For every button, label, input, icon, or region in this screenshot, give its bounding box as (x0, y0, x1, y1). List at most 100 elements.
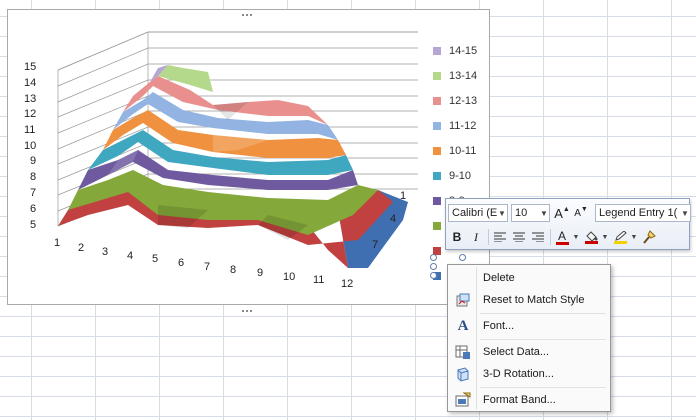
legend-entry[interactable]: 13-14 (433, 69, 477, 83)
paint-bucket-icon (585, 230, 597, 241)
x-tick: 9 (257, 267, 263, 279)
legend-swatch (433, 122, 441, 130)
menu-item-reset-to-match-style[interactable]: Reset to Match Style (450, 289, 608, 311)
pen-icon (614, 230, 627, 241)
align-left-icon (494, 232, 506, 242)
legend-swatch (433, 97, 441, 105)
chart-element-value: Legend Entry 1( (599, 207, 678, 219)
depth-tick: 4 (390, 213, 396, 225)
legend-label: 10-11 (449, 145, 477, 157)
legend-swatch (433, 222, 441, 230)
chart-area[interactable]: 15 14 13 12 11 10 9 8 7 6 5 1 2 3 4 5 6 … (7, 9, 491, 312)
menu-item-delete[interactable]: Delete (450, 267, 608, 289)
x-tick: 8 (230, 264, 236, 276)
chevron-down-icon[interactable]: ▼ (539, 209, 549, 218)
legend-swatch (433, 47, 441, 55)
align-left-button[interactable] (491, 228, 509, 246)
format-painter-icon (643, 230, 656, 244)
fill-color-swatch (584, 240, 598, 244)
font-name-combo[interactable]: Calibri (E ▼ (448, 204, 508, 222)
menu-item-font[interactable]: A Font... (450, 315, 608, 337)
selection-handle[interactable] (430, 254, 437, 261)
format-painter-button[interactable] (640, 228, 658, 246)
align-right-button[interactable] (529, 228, 547, 246)
menu-item-label: Font... (483, 320, 515, 332)
toolbar-separator (550, 229, 551, 245)
legend-label: 11-12 (449, 120, 477, 132)
x-tick: 1 (54, 237, 60, 249)
legend-entry[interactable]: 9-10 (433, 169, 471, 183)
legend-swatch (433, 72, 441, 80)
grow-font-button[interactable]: A ▲ (553, 204, 571, 222)
chevron-down-icon[interactable]: ▼ (572, 234, 580, 241)
legend-swatch (433, 172, 441, 180)
menu-item-label: Delete (483, 272, 515, 284)
legend-entry[interactable]: 10-11 (433, 144, 476, 158)
line-color-swatch (613, 240, 627, 244)
menu-item-label: 3-D Rotation... (483, 368, 554, 380)
mini-toolbar-row-2: B I A ▼ ▼ ▼ (448, 226, 659, 248)
x-tick: 3 (102, 246, 108, 258)
menu-separator (480, 339, 606, 340)
selection-handle[interactable] (430, 263, 437, 270)
x-tick: 5 (152, 253, 158, 265)
font-color-icon: A (557, 228, 566, 243)
menu-item-select-data[interactable]: Select Data... (450, 341, 608, 363)
font-size-value: 10 (515, 207, 528, 219)
align-right-icon (532, 232, 544, 242)
chevron-down-icon[interactable]: ▼ (630, 234, 638, 241)
menu-item-3d-rotation[interactable]: 3-D Rotation... (450, 363, 608, 385)
format-band-icon (450, 389, 476, 411)
italic-button[interactable]: I (467, 228, 485, 246)
x-tick: 4 (127, 250, 133, 262)
mini-toolbar-row-1: Calibri (E ▼ 10 ▼ A ▲ A ▼ Legend Entry 1( … (448, 202, 694, 224)
y-tick: 12 (24, 108, 36, 120)
x-tick: 7 (204, 261, 210, 273)
depth-tick: 7 (372, 239, 378, 251)
surface-plot[interactable]: 15 14 13 12 11 10 9 8 7 6 5 1 2 3 4 5 6 … (8, 10, 491, 306)
reset-style-icon (450, 289, 476, 311)
y-tick: 9 (30, 155, 36, 167)
legend-entry[interactable]: 11-12 (433, 119, 476, 133)
x-tick: 11 (313, 274, 324, 286)
x-tick: 2 (78, 242, 84, 254)
selection-handle[interactable] (430, 272, 437, 279)
font-color-swatch (555, 241, 569, 245)
delete-icon (450, 267, 476, 289)
menu-item-format-band[interactable]: Format Band... (450, 389, 608, 411)
legend-label: 9-10 (449, 170, 472, 182)
fill-color-button[interactable] (582, 228, 600, 246)
chevron-down-icon[interactable]: ▼ (680, 209, 690, 218)
italic-icon: I (474, 229, 478, 244)
chevron-down-icon[interactable]: ▼ (497, 209, 507, 218)
bold-icon: B (452, 230, 462, 244)
x-tick: 6 (178, 257, 184, 269)
chart-element-selector[interactable]: Legend Entry 1( ▼ (595, 204, 691, 222)
x-tick: 12 (341, 278, 353, 290)
x-tick: 10 (283, 271, 295, 283)
y-tick: 15 (24, 61, 36, 73)
y-tick: 10 (24, 140, 36, 152)
legend-label: 13-14 (449, 70, 478, 82)
legend-label: 12-13 (449, 95, 478, 107)
bold-button[interactable]: B (448, 228, 466, 246)
y-axis-labels: 15 14 13 12 11 10 9 8 7 6 5 (24, 61, 36, 231)
shrink-font-button[interactable]: A ▼ (572, 204, 590, 222)
menu-separator (480, 313, 606, 314)
align-center-button[interactable] (510, 228, 528, 246)
select-data-icon (450, 341, 476, 363)
chevron-down-icon[interactable]: ▼ (601, 234, 609, 241)
font-size-combo[interactable]: 10 ▼ (511, 204, 550, 222)
legend-entry[interactable]: 12-13 (433, 94, 477, 108)
menu-item-label: Select Data... (483, 346, 550, 358)
line-color-button[interactable] (611, 228, 629, 246)
shrink-font-icon: A (574, 207, 581, 219)
y-tick: 5 (30, 219, 36, 231)
font-color-button[interactable]: A (553, 228, 571, 246)
selection-handle[interactable] (459, 254, 466, 261)
mini-toolbar[interactable]: Calibri (E ▼ 10 ▼ A ▲ A ▼ Legend Entry 1( … (445, 198, 691, 250)
context-menu[interactable]: Delete Reset to Match Style A Font... Se… (447, 264, 611, 412)
grow-font-icon: A (554, 205, 563, 221)
legend-swatch (433, 197, 441, 205)
legend-entry[interactable]: 14-15 (433, 44, 477, 58)
